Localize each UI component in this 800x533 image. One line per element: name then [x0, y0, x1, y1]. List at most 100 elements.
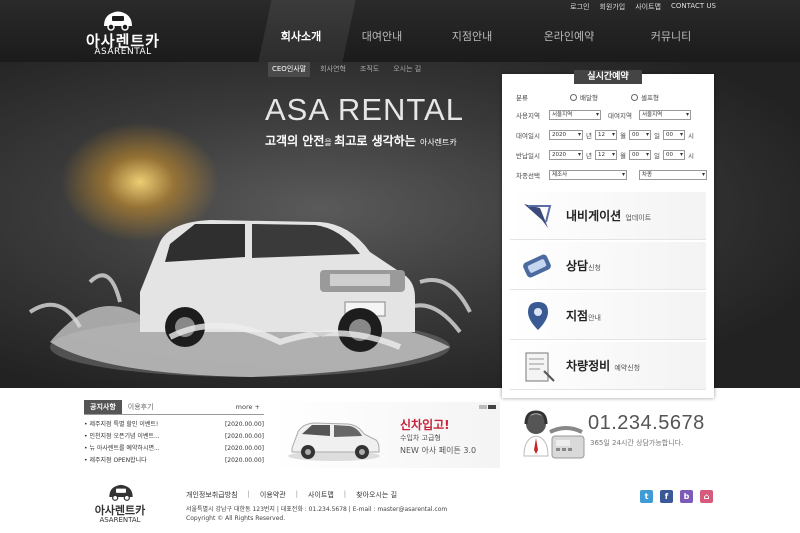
rent-month-select[interactable]: 12	[594, 130, 617, 140]
tab-notice[interactable]: 공지사항	[84, 400, 122, 414]
footer-links: 개인정보취급방침 | 이용약관 | 사이트맵 | 찾아오시는 길	[186, 490, 397, 500]
footer-address: 서울특별시 강남구 대한동 123번지 | 대표전화 : 01.234.5678…	[186, 506, 448, 513]
promo-page-2[interactable]	[488, 405, 496, 409]
list-item[interactable]: 제주지점 특별 할인 이벤트! [2020.00.00]	[84, 419, 264, 431]
notice-title: 뉴 아사렌트를 예약하시면...	[84, 443, 159, 455]
nav-branch[interactable]: 지점안내	[427, 24, 517, 50]
return-month-select[interactable]: 12	[594, 150, 617, 160]
home-icon[interactable]: ⌂	[700, 490, 713, 503]
nav-community[interactable]: 커뮤니티	[621, 24, 721, 50]
rent-year-select[interactable]: 2020	[549, 130, 583, 140]
sub-menu: CEO인사말 회사연혁 조직도 오시는 길	[268, 62, 425, 77]
hero-title: ASA RENTAL	[265, 92, 464, 127]
promo-line3: NEW 아사 페이튼 3.0	[400, 446, 477, 455]
more-link[interactable]: more +	[236, 403, 260, 411]
reservation-title: 실시간예약	[574, 70, 642, 84]
nav-online-reservation[interactable]: 온라인예약	[517, 24, 621, 50]
privacy-link[interactable]: 개인정보취급방침	[186, 490, 238, 500]
main-nav: 회사소개 대여안내 지점안내 온라인예약 커뮤니티	[265, 24, 725, 50]
branch-icon	[510, 294, 566, 338]
call-center: 01.234.5678 365일 24시간 상담가능합니다.	[512, 402, 722, 468]
notice-board: 공지사항 이용후기 more + 제주지점 특별 할인 이벤트! [2020.00…	[84, 400, 264, 470]
facebook-icon[interactable]: f	[660, 490, 673, 503]
consult-icon	[510, 244, 566, 288]
contact-link[interactable]: CONTACT US	[671, 2, 716, 12]
return-year-select[interactable]: 2020	[549, 150, 583, 160]
self-radio[interactable]	[631, 93, 638, 101]
footer-logo[interactable]: 아사렌트카 ASARENTAL	[84, 482, 164, 528]
rent-day-unit: 일	[653, 132, 660, 140]
return-day-select[interactable]: 00	[628, 150, 651, 160]
notice-title: 제주지점 특별 할인 이벤트!	[84, 419, 158, 431]
navigation-icon	[510, 194, 566, 238]
promo-pager	[479, 405, 496, 409]
blog-icon[interactable]: b	[680, 490, 693, 503]
nav-rental-guide[interactable]: 대여안내	[337, 24, 427, 50]
return-date-row: 반납일시 2020 년 12 월 00 일 00 시	[516, 150, 694, 160]
service-maintenance-suffix: 예약신청	[614, 364, 641, 372]
promo-car-image	[288, 422, 380, 461]
service-consult-suffix: 신청	[588, 264, 601, 272]
twitter-icon[interactable]: t	[640, 490, 653, 503]
maintenance-icon	[510, 344, 566, 388]
area-label: 사용지역	[516, 112, 540, 120]
notice-date: [2020.00.00]	[224, 445, 264, 452]
sub-directions[interactable]: 오시는 길	[389, 62, 425, 77]
tab-reviews[interactable]: 이용후기	[122, 400, 160, 414]
service-navigation[interactable]: 내비게이션 업데이트	[510, 192, 706, 240]
footer-logo-car-icon	[109, 484, 133, 501]
sub-ceo-greeting[interactable]: CEO인사말	[268, 62, 311, 77]
hero-subtitle: 고객의 안전을 최고로 생각하는 아사렌트카	[265, 132, 457, 149]
footer-sitemap-link[interactable]: 사이트맵	[308, 490, 334, 500]
list-item[interactable]: 인천지점 오픈기념 이벤트... [2020.00.00]	[84, 431, 264, 443]
rent-date-label: 대여일시	[516, 132, 540, 140]
model-select[interactable]: 차종	[639, 170, 707, 180]
notice-title: 인천지점 오픈기념 이벤트...	[84, 431, 159, 443]
notice-date: [2020.00.00]	[224, 457, 264, 464]
rent-area-label: 대여지역	[608, 112, 632, 120]
type-label: 분류	[516, 94, 528, 102]
terms-link[interactable]: 이용약관	[260, 490, 286, 500]
new-car-promo[interactable]: 신차입고! 수입차 고급형 NEW 아사 페이튼 3.0	[272, 402, 500, 468]
operator-phone-icon	[523, 410, 585, 459]
hero-subtitle-b: 을	[324, 138, 335, 147]
rent-month-unit: 월	[619, 132, 626, 140]
sub-history[interactable]: 회사연혁	[316, 62, 350, 77]
return-hour-select[interactable]: 00	[662, 150, 685, 160]
notice-date: [2020.00.00]	[224, 421, 264, 428]
maker-select[interactable]: 제조사	[549, 170, 627, 180]
sitemap-link[interactable]: 사이트맵	[635, 2, 661, 12]
car-row: 차종선택 제조사 차종	[516, 170, 707, 180]
service-maintenance[interactable]: 차량정비 예약신청	[510, 342, 706, 390]
list-item[interactable]: 뉴 아사렌트를 예약하시면... [2020.00.00]	[84, 443, 264, 455]
divider: |	[247, 490, 250, 498]
return-month-unit: 월	[619, 152, 626, 160]
nav-company[interactable]: 회사소개	[265, 24, 337, 50]
list-item[interactable]: 제주지점 OPEN합니다 [2020.00.00]	[84, 455, 264, 467]
login-link[interactable]: 로그인	[570, 2, 589, 12]
rent-area-select[interactable]: 서울지역	[639, 110, 691, 120]
divider: |	[343, 490, 347, 498]
rent-day-select[interactable]: 00	[628, 130, 651, 140]
service-branch[interactable]: 지점안내	[510, 292, 706, 340]
service-navigation-suffix: 업데이트	[625, 214, 652, 222]
area-select[interactable]: 서울지역	[549, 110, 601, 120]
sub-organization[interactable]: 조직도	[356, 62, 383, 77]
return-year-unit: 년	[586, 152, 592, 160]
service-consult-name: 상담	[566, 259, 589, 273]
service-branch-suffix: 안내	[588, 314, 601, 322]
promo-page-1[interactable]	[479, 405, 487, 409]
delivery-label: 배달형	[580, 94, 598, 102]
logo-text-en: ASARENTAL	[94, 47, 152, 57]
delivery-radio[interactable]	[570, 93, 577, 101]
footer-directions-link[interactable]: 찾아오시는 길	[356, 490, 397, 500]
logo[interactable]: 아사렌트카 ASARENTAL	[78, 6, 178, 58]
service-consult[interactable]: 상담신청	[510, 242, 706, 290]
join-link[interactable]: 회원가입	[599, 2, 625, 12]
notice-date: [2020.00.00]	[224, 433, 264, 440]
hero-subtitle-small: 아사렌트카	[419, 138, 457, 147]
rent-hour-select[interactable]: 00	[662, 130, 685, 140]
reservation-panel: 실시간예약 분류 배달형 셀프형 사용지역 서울지역 대여지역 서울지역 대여일…	[502, 70, 714, 398]
return-hour-unit: 시	[687, 152, 694, 160]
self-label: 셀프형	[641, 94, 659, 102]
